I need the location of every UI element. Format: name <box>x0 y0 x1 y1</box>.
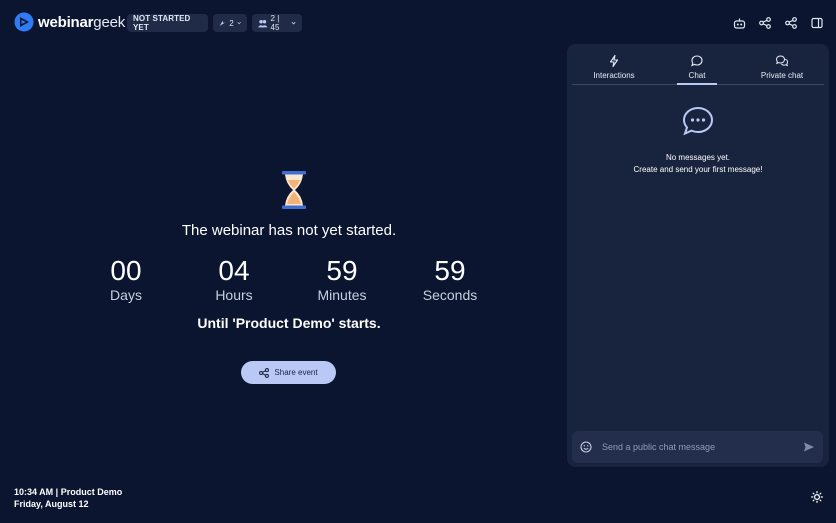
share-event-button[interactable]: Share event <box>241 361 336 384</box>
bot-icon[interactable] <box>732 16 746 30</box>
share-icon <box>259 367 270 378</box>
top-bar: webinargeek NOT STARTED YET 2 2 | 45 <box>0 0 836 44</box>
countdown-hours: 04 Hours <box>194 255 274 304</box>
countdown-days: 00 Days <box>86 255 166 304</box>
not-started-headline: The webinar has not yet started. <box>181 222 397 239</box>
countdown-seconds-value: 59 <box>434 255 466 286</box>
tab-chat[interactable]: Chat <box>677 52 717 85</box>
countdown-minutes-value: 59 <box>326 255 358 286</box>
tab-private-chat[interactable]: Private chat <box>752 52 812 84</box>
private-chat-icon <box>776 55 788 67</box>
status-badge: NOT STARTED YET <box>127 14 208 32</box>
chat-dots-icon <box>682 106 714 136</box>
share-icon[interactable] <box>784 16 798 30</box>
hourglass-icon <box>282 171 306 209</box>
toggle-sidebar-icon[interactable] <box>810 16 824 30</box>
countdown-minutes-label: Minutes <box>317 287 367 303</box>
presenter-icon <box>219 20 226 26</box>
tab-interactions-label: Interactions <box>593 71 635 80</box>
speakers-count: 2 <box>229 18 234 28</box>
countdown-days-label: Days <box>110 287 142 303</box>
countdown-minutes: 59 Minutes <box>302 255 382 304</box>
chat-panel: Interactions Chat Private chat No messag… <box>567 44 829 467</box>
logo-mark-icon <box>14 12 34 32</box>
speakers-dropdown[interactable]: 2 <box>213 14 247 32</box>
countdown-seconds-label: Seconds <box>422 287 478 303</box>
chat-message-input[interactable] <box>602 442 797 452</box>
empty-chat-message: No messages yet. Create and send your fi… <box>567 152 829 176</box>
until-event-text: Until 'Product Demo' starts. <box>197 315 381 331</box>
chat-input-bar <box>572 431 823 463</box>
chevron-down-icon <box>291 21 296 25</box>
empty-chat-line-1: No messages yet. <box>665 153 731 162</box>
countdown-hours-value: 04 <box>218 255 250 286</box>
sun-icon[interactable] <box>811 491 823 503</box>
attendees-count: 2 | 45 <box>270 14 280 32</box>
tab-chat-label: Chat <box>688 71 706 80</box>
panel-tabs: Interactions Chat Private chat <box>572 52 824 85</box>
attendees-dropdown[interactable]: 2 | 45 <box>252 14 302 32</box>
emoji-icon[interactable] <box>580 441 592 453</box>
share-icon[interactable] <box>758 16 772 30</box>
top-right-toolbar <box>732 16 824 30</box>
status-label: NOT STARTED YET <box>133 14 191 32</box>
chat-bubble-icon <box>691 55 703 67</box>
people-icon <box>258 19 268 27</box>
countdown-seconds: 59 Seconds <box>410 255 490 304</box>
webinargeek-logo: webinargeek <box>14 12 125 32</box>
send-icon[interactable] <box>803 441 815 453</box>
logo-text: webinargeek <box>38 13 126 31</box>
event-info: 10:34 AM | Product Demo Friday, August 1… <box>14 486 122 510</box>
tab-private-chat-label: Private chat <box>760 71 804 80</box>
countdown-hours-label: Hours <box>215 287 253 303</box>
chevron-down-icon <box>237 22 241 25</box>
event-date: Friday, August 12 <box>14 499 89 509</box>
countdown-days-value: 00 <box>110 255 142 286</box>
tab-interactions[interactable]: Interactions <box>580 52 648 84</box>
lightning-icon <box>609 55 619 67</box>
event-time-title: 10:34 AM | Product Demo <box>14 487 123 497</box>
empty-chat-line-2: Create and send your first message! <box>633 165 763 174</box>
share-event-label: Share event <box>274 368 318 377</box>
